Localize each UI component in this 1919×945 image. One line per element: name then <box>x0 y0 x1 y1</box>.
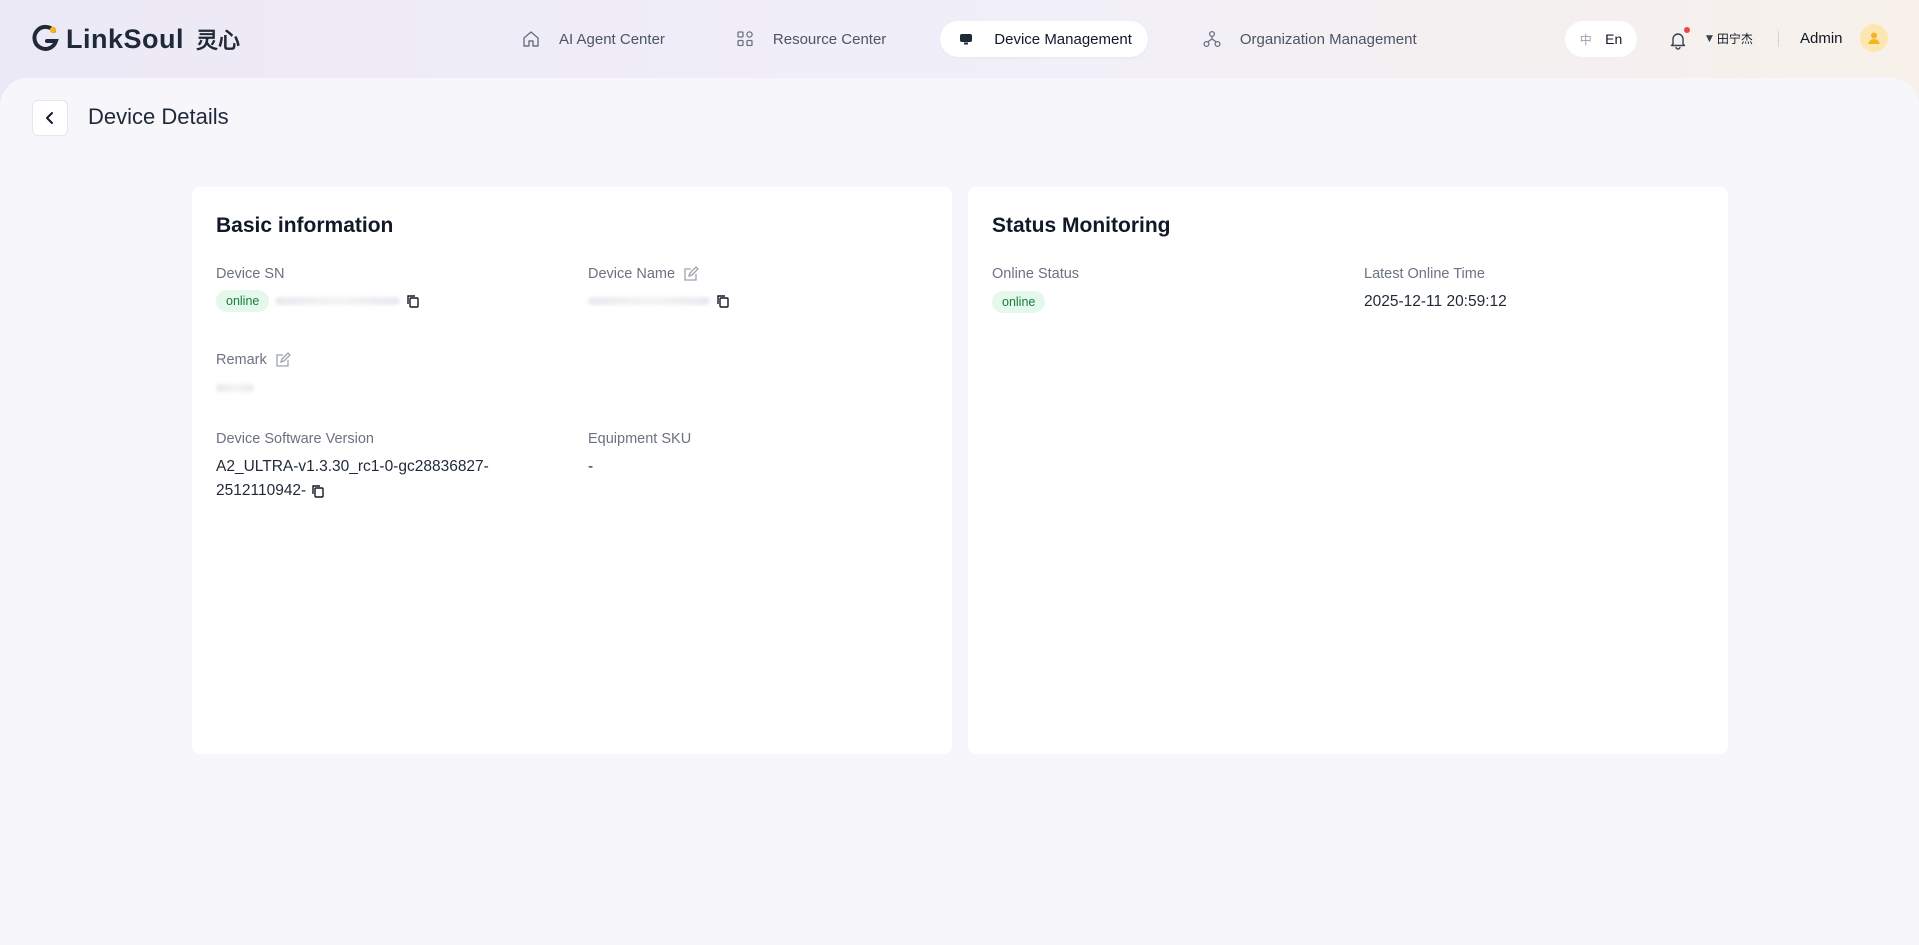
caret-down-icon: ▼ <box>1706 33 1713 44</box>
online-status-badge: online <box>992 291 1046 313</box>
org-tree-icon <box>1202 29 1222 49</box>
user-name[interactable]: Admin <box>1800 30 1843 47</box>
notification-dot <box>1684 27 1690 33</box>
redacted-remark <box>216 383 254 392</box>
nav-device-management[interactable]: Device Management <box>940 21 1148 57</box>
status-monitoring-card: Status Monitoring Online Status online L… <box>968 187 1728 754</box>
device-sn-label: Device SN <box>216 266 285 282</box>
apps-grid-icon <box>735 29 755 49</box>
latest-online-time-value: 2025-12-11 20:59:12 <box>1364 293 1507 310</box>
back-button[interactable] <box>32 100 68 136</box>
software-version-field: Device Software Version A2_ULTRA-v1.3.30… <box>216 429 536 503</box>
user-icon <box>1868 32 1880 44</box>
home-icon <box>521 29 541 49</box>
lang-zh-option[interactable]: 中 <box>1580 31 1592 48</box>
nav-label: AI Agent Center <box>559 30 665 48</box>
copy-icon[interactable] <box>311 484 325 498</box>
bell-icon[interactable] <box>1668 30 1688 50</box>
nav-label: Device Management <box>994 30 1132 48</box>
equipment-sku-field: Equipment SKU - <box>588 429 691 479</box>
nav-ai-agent-center[interactable]: AI Agent Center <box>505 21 681 57</box>
device-name-field: Device Name <box>588 264 730 308</box>
online-status-label: Online Status <box>992 266 1080 282</box>
remark-field: Remark <box>216 350 291 400</box>
avatar[interactable] <box>1860 24 1888 52</box>
org-selector[interactable]: ▼ 田宁杰 <box>1706 30 1753 47</box>
main-nav: AI Agent Center Resource Center Device M… <box>505 21 1471 57</box>
copy-icon[interactable] <box>716 294 730 308</box>
software-version-value: A2_ULTRA-v1.3.30_rc1-0-gc28836827-251211… <box>216 458 489 499</box>
copy-icon[interactable] <box>406 294 420 308</box>
brand-name-cn: 灵心 <box>196 29 241 54</box>
page-title: Device Details <box>88 104 229 129</box>
header-divider <box>1778 31 1779 47</box>
equipment-sku-value: - <box>588 458 594 475</box>
device-name-label: Device Name <box>588 266 676 282</box>
chevron-left-icon <box>46 112 53 124</box>
redacted-device-name <box>588 297 710 305</box>
latest-online-time-field: Latest Online Time 2025-12-11 20:59:12 <box>1364 264 1507 314</box>
nav-label: Organization Management <box>1239 30 1417 48</box>
online-status-badge: online <box>216 290 270 312</box>
brand-name: LinkSoul <box>66 23 184 54</box>
nav-label: Resource Center <box>772 30 887 48</box>
brand-logo[interactable]: LinkSoul 灵心 <box>30 22 240 56</box>
language-switch[interactable]: 中 En <box>1565 21 1637 57</box>
nav-organization-management[interactable]: Organization Management <box>1186 21 1433 57</box>
card-title: Basic information <box>216 214 394 237</box>
software-version-label: Device Software Version <box>216 431 374 447</box>
edit-icon[interactable] <box>683 266 699 282</box>
main-content: Device Details Basic information Device … <box>0 78 1919 945</box>
card-title: Status Monitoring <box>992 214 1171 237</box>
org-name: 田宁杰 <box>1716 32 1753 46</box>
redacted-device-sn <box>275 297 401 305</box>
top-header: LinkSoul 灵心 AI Agent Center Resource Cen… <box>0 0 1919 78</box>
latest-online-time-label: Latest Online Time <box>1364 266 1485 282</box>
linksoul-logo-icon <box>30 24 60 54</box>
nav-resource-center[interactable]: Resource Center <box>719 21 902 57</box>
equipment-sku-label: Equipment SKU <box>588 431 692 447</box>
edit-icon[interactable] <box>275 352 291 368</box>
basic-information-card: Basic information Device SN online Devic… <box>192 187 952 754</box>
remark-label: Remark <box>216 352 267 368</box>
device-sn-field: Device SN online <box>216 264 420 312</box>
lang-en-option[interactable]: En <box>1605 31 1622 47</box>
online-status-field: Online Status online <box>992 264 1079 314</box>
device-icon <box>956 29 976 49</box>
